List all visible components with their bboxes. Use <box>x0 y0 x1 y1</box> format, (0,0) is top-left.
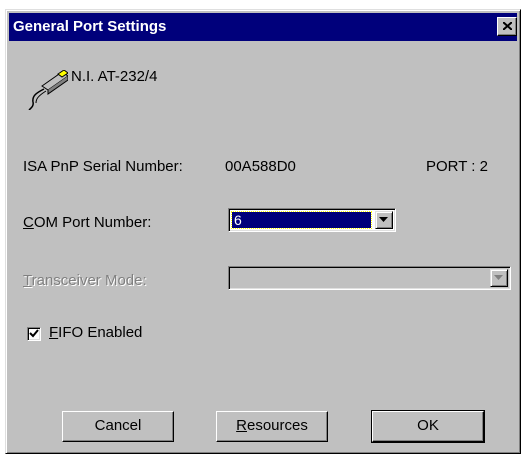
ok-button[interactable]: OK <box>371 410 485 443</box>
close-icon <box>503 22 512 30</box>
device-name: N.I. AT-232/4 <box>71 68 158 85</box>
chevron-down-icon <box>379 217 388 222</box>
com-port-select[interactable]: 6 <box>228 208 396 232</box>
serial-number-value: 00A588D0 <box>225 158 296 175</box>
serial-cable-icon <box>28 70 68 110</box>
serial-number-label: ISA PnP Serial Number: <box>23 158 183 175</box>
cancel-button[interactable]: Cancel <box>62 411 174 442</box>
general-port-settings-dialog: General Port Settings N.I. AT-232/4 ISA … <box>5 9 521 454</box>
chevron-down-icon <box>494 275 503 280</box>
title-bar[interactable]: General Port Settings <box>9 13 517 41</box>
fifo-enabled-label[interactable]: FIFO Enabled <box>49 324 142 341</box>
checkmark-icon <box>29 329 39 338</box>
close-button[interactable] <box>497 17 517 36</box>
port-number: PORT : 2 <box>426 158 488 175</box>
transceiver-mode-label: Transceiver Mode: <box>23 272 147 289</box>
com-port-value: 6 <box>231 211 372 229</box>
fifo-enabled-checkbox[interactable] <box>27 327 41 341</box>
resources-button[interactable]: Resources <box>216 411 328 442</box>
window-title: General Port Settings <box>13 18 167 35</box>
com-port-dropdown-button[interactable] <box>375 211 393 229</box>
com-port-label: COM Port Number: <box>23 214 152 231</box>
transceiver-dropdown-button[interactable] <box>490 269 508 287</box>
transceiver-mode-select[interactable] <box>228 266 511 290</box>
